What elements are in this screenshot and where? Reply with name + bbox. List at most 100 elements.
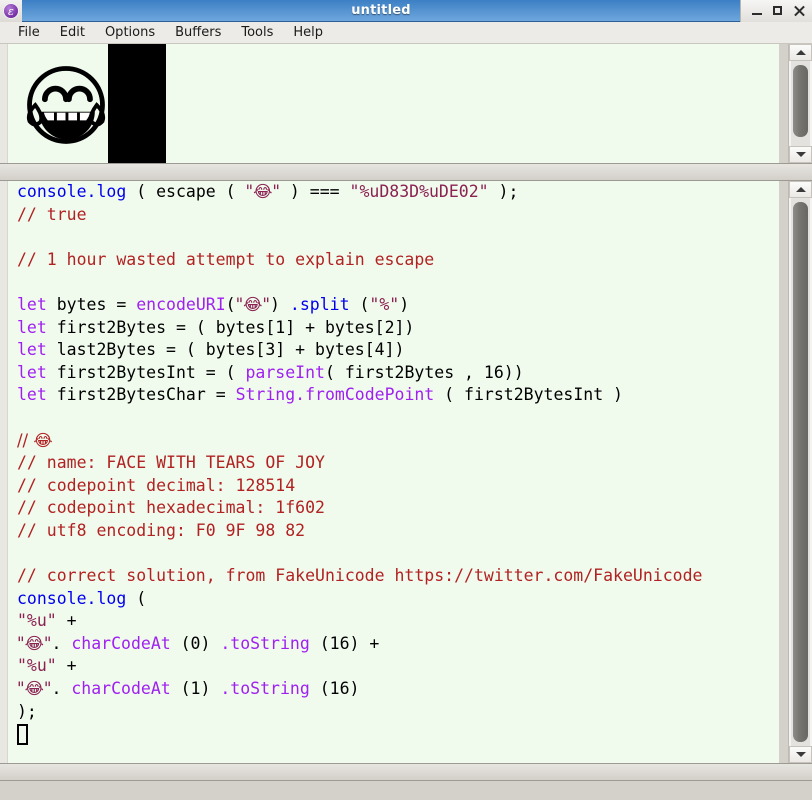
menu-item-edit[interactable]: Edit xyxy=(50,22,95,43)
bottom-mode-line: U:**- xxtemp.201707245521.87096.js All L… xyxy=(0,763,812,781)
code-token: "😂" xyxy=(245,182,280,201)
code-token: // true xyxy=(17,204,87,224)
code-token: ( xyxy=(225,294,236,314)
code-token: let xyxy=(17,317,47,337)
code-line: let first2BytesInt = ( parseInt( first2B… xyxy=(17,362,702,385)
code-token: let xyxy=(17,362,47,382)
code-token: let xyxy=(17,294,47,314)
code-token: "😂" xyxy=(17,679,52,699)
code-token: ) xyxy=(270,294,290,314)
maximize-icon[interactable] xyxy=(772,5,784,17)
code-line: // true xyxy=(17,204,702,227)
code-token: "%" xyxy=(369,294,400,314)
code-token: ( xyxy=(349,294,370,314)
code-token: .split xyxy=(289,294,350,314)
code-token: ( first2BytesInt ) xyxy=(434,385,623,405)
code-buffer-area[interactable]: console.log ( escape ( "😂" ) === "%uD83D… xyxy=(8,181,779,763)
top-window-pane: U:**- untitled Top L1 (∫text +11 company… xyxy=(0,44,812,181)
emacs-window: ε untitled File Edit Options Buffers Too… xyxy=(0,0,812,800)
scroll-down-arrow-icon[interactable] xyxy=(789,146,812,163)
code-token: ) === xyxy=(279,182,350,201)
scroll-up-arrow-icon[interactable] xyxy=(789,44,812,61)
code-token: .toString xyxy=(220,679,310,699)
code-token: "%uD83D%uDE02" xyxy=(349,182,489,201)
code-token: "%u" xyxy=(17,611,57,631)
code-token: // 😂 xyxy=(17,430,53,450)
code-line: let last2Bytes = ( bytes[3] + bytes[4]) xyxy=(17,339,702,362)
face-with-tears-of-joy-icon xyxy=(26,66,106,144)
epsilon-glyph: ε xyxy=(3,2,19,19)
code-line: let first2Bytes = ( bytes[1] + bytes[2]) xyxy=(17,317,702,340)
code-text[interactable]: console.log ( escape ( "😂" ) === "%uD83D… xyxy=(17,181,702,746)
code-token: . xyxy=(51,633,72,653)
code-token: String.fromCodePoint xyxy=(235,385,435,405)
code-line: "😂". charCodeAt (1) .toString (16) xyxy=(17,678,702,701)
menu-item-tools[interactable]: Tools xyxy=(231,22,283,43)
code-token: let xyxy=(17,385,47,405)
code-token: ( first2Bytes , 16)) xyxy=(324,362,524,382)
bottom-pane-scrollbar[interactable] xyxy=(788,181,812,763)
code-token: (0) xyxy=(170,633,221,653)
menu-item-buffers[interactable]: Buffers xyxy=(165,22,231,43)
code-token: ( escape ( xyxy=(126,182,246,201)
minimize-icon[interactable] xyxy=(751,5,763,17)
code-line: // name: FACE WITH TEARS OF JOY xyxy=(17,452,702,475)
code-line: "😂". charCodeAt (0) .toString (16) + xyxy=(17,633,702,656)
close-icon[interactable] xyxy=(793,5,805,17)
code-token: (16) xyxy=(309,679,360,699)
code-line: console.log ( xyxy=(17,588,702,611)
code-token: .log xyxy=(86,182,127,201)
code-line: "%u" + xyxy=(17,610,702,633)
code-token: bytes = xyxy=(46,294,137,314)
bottom-scroll-thumb[interactable] xyxy=(793,202,808,742)
frame-body: U:**- untitled Top L1 (∫text +11 company… xyxy=(0,44,812,800)
menu-bar: File Edit Options Buffers Tools Help xyxy=(0,22,812,44)
code-line: let bytes = encodeURI("😂") .split ("%") xyxy=(17,294,702,317)
menu-item-options[interactable]: Options xyxy=(95,22,165,43)
code-line: // codepoint decimal: 128514 xyxy=(17,475,702,498)
code-token: last2Bytes = ( bytes[3] + bytes[4]) xyxy=(46,340,405,360)
code-token: // codepoint decimal: 128514 xyxy=(17,475,296,495)
menu-item-help[interactable]: Help xyxy=(283,22,333,43)
code-token: parseInt xyxy=(245,362,325,382)
window-title: untitled xyxy=(351,3,411,18)
code-token: // correct solution, from FakeUnicode ht… xyxy=(17,566,703,586)
code-line: // 1 hour wasted attempt to explain esca… xyxy=(17,249,702,272)
scroll-up-arrow-icon-2[interactable] xyxy=(789,181,812,198)
code-token: console xyxy=(17,182,87,201)
code-line: console.log ( escape ( "😂" ) === "%uD83D… xyxy=(17,181,702,204)
bottom-pane-fringe xyxy=(0,181,8,763)
bottom-window-pane: console.log ( escape ( "😂" ) === "%uD83D… xyxy=(0,181,812,800)
code-token: .toString xyxy=(220,633,310,653)
top-buffer-area[interactable] xyxy=(8,44,779,163)
code-token: "😂" xyxy=(235,294,271,314)
code-line: // utf8 encoding: F0 9F 98 82 xyxy=(17,520,702,543)
code-token: ( xyxy=(126,588,147,608)
code-token: ) xyxy=(399,294,410,314)
code-token: . xyxy=(51,679,72,699)
top-pane-fringe xyxy=(0,44,8,163)
code-token: // codepoint hexadecimal: 1f602 xyxy=(17,498,325,518)
code-token: let xyxy=(17,340,47,360)
top-scroll-thumb[interactable] xyxy=(793,65,808,137)
code-token: "%u" xyxy=(17,656,57,676)
code-token: // 1 hour wasted attempt to explain esca… xyxy=(17,249,435,269)
black-block-region xyxy=(108,44,166,163)
bottom-mode-line-text: U:**- xxtemp.201707245521.87096.js All L… xyxy=(62,780,694,781)
window-controls xyxy=(740,0,812,22)
scroll-down-arrow-icon-2[interactable] xyxy=(789,746,812,763)
code-token: first2BytesChar = xyxy=(46,385,236,405)
top-pane-scrollbar[interactable] xyxy=(788,44,812,163)
code-token: "😂" xyxy=(17,633,52,653)
code-line: ); xyxy=(17,701,702,724)
code-token: // utf8 encoding: F0 9F 98 82 xyxy=(17,520,306,540)
title-bar: ε untitled xyxy=(0,0,812,22)
code-token: // name: FACE WITH TEARS OF JOY xyxy=(17,453,325,473)
code-token: encodeURI xyxy=(136,294,226,314)
code-token: first2BytesInt = ( xyxy=(46,362,246,382)
menu-item-file[interactable]: File xyxy=(8,22,50,43)
code-token: charCodeAt xyxy=(71,633,171,653)
